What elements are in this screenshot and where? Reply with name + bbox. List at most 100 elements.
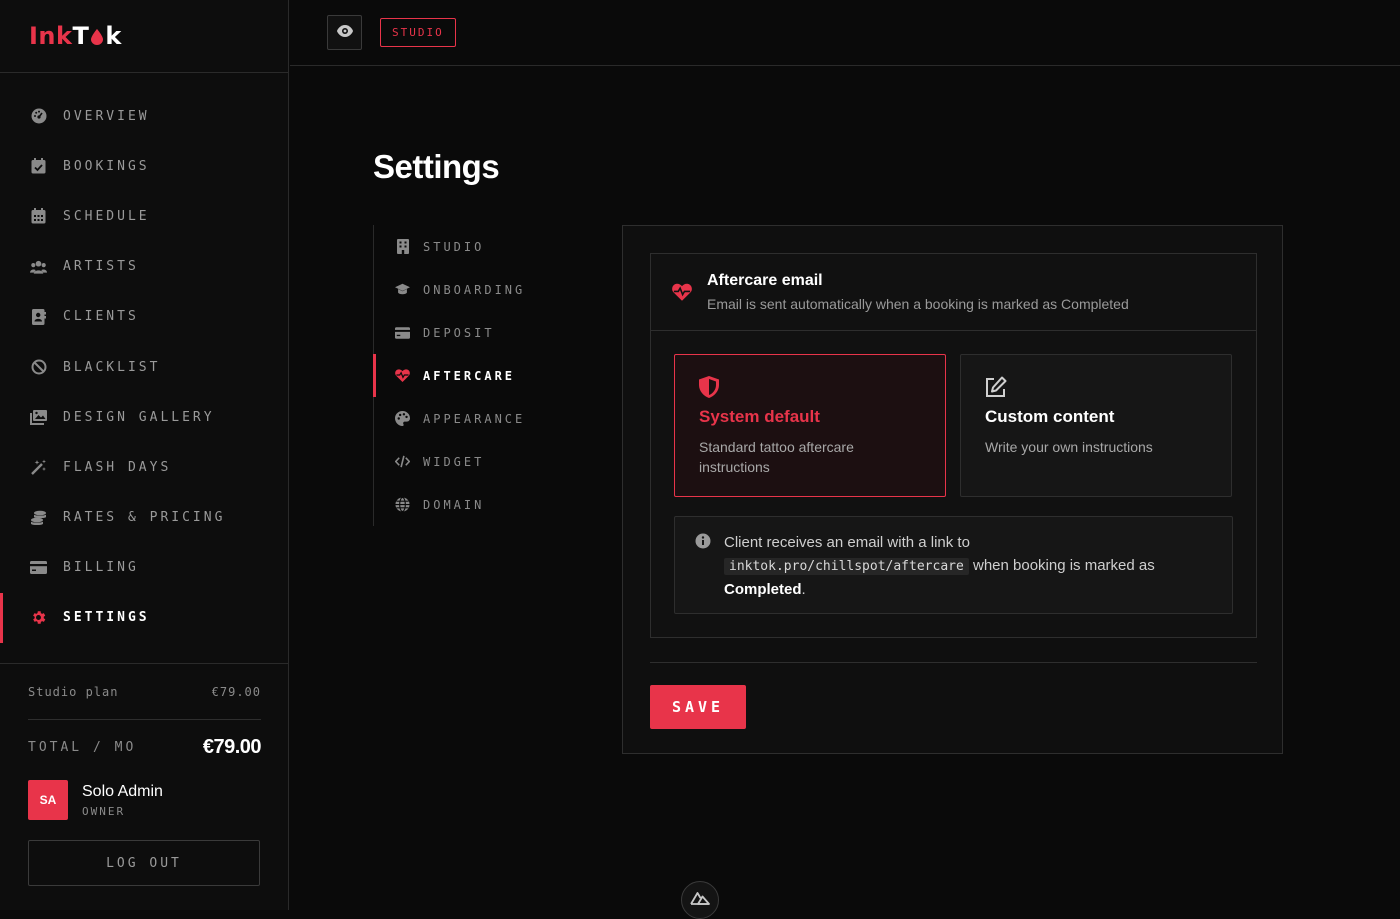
aftercare-card: Aftercare email Email is sent automatica…	[650, 253, 1257, 638]
gauge-icon	[30, 108, 47, 125]
images-icon	[30, 409, 47, 426]
option-custom-content[interactable]: Custom content Write your own instructio…	[960, 354, 1232, 497]
option-system-default[interactable]: System default Standard tattoo aftercare…	[674, 354, 946, 497]
avatar: SA	[28, 780, 68, 820]
tab-label: STUDIO	[423, 239, 485, 254]
tab-label: DEPOSIT	[423, 325, 495, 340]
calendar-icon	[30, 208, 47, 225]
sidebar-item-label: ARTISTS	[63, 259, 139, 275]
coins-icon	[30, 509, 47, 526]
sidebar-item-label: RATES & PRICING	[63, 510, 226, 526]
info-text-end: .	[801, 581, 806, 598]
heart-pulse-icon	[671, 281, 693, 303]
tab-label: DOMAIN	[423, 497, 485, 512]
plan-price: €79.00	[211, 684, 261, 699]
aftercare-panel: Aftercare email Email is sent automatica…	[622, 225, 1283, 754]
ink-drop-icon	[91, 23, 104, 45]
sidebar-item-label: BOOKINGS	[63, 158, 150, 174]
sidebar-item-label: SCHEDULE	[63, 208, 150, 224]
tab-aftercare[interactable]: AFTERCARE	[373, 354, 573, 397]
sidebar-item-label: BLACKLIST	[63, 359, 161, 375]
credit-card-icon	[395, 325, 410, 340]
plan-label: Studio plan	[28, 684, 119, 699]
mountain-logo-icon	[690, 891, 710, 910]
magic-wand-icon	[30, 459, 47, 476]
sidebar-item-artists[interactable]: ARTISTS	[0, 242, 288, 292]
sidebar-item-label: CLIENTS	[63, 309, 139, 325]
sidebar-item-billing[interactable]: BILLING	[0, 543, 288, 593]
save-button[interactable]: SAVE	[650, 685, 746, 729]
tab-domain[interactable]: DOMAIN	[374, 483, 573, 526]
gear-icon	[30, 609, 47, 626]
sidebar-nav: OVERVIEW BOOKINGS SCHEDULE ARTISTS CLIEN…	[0, 73, 288, 644]
sidebar-item-design-gallery[interactable]: DESIGN GALLERY	[0, 392, 288, 442]
card-header: Aftercare email Email is sent automatica…	[651, 254, 1256, 331]
users-icon	[30, 258, 47, 275]
sidebar-item-label: SETTINGS	[63, 610, 150, 626]
ban-icon	[30, 359, 47, 376]
devtools-button[interactable]	[681, 881, 719, 919]
palette-icon	[395, 411, 410, 426]
sidebar-item-clients[interactable]: CLIENTS	[0, 292, 288, 342]
page-title: Settings	[373, 148, 500, 185]
tab-label: WIDGET	[423, 454, 485, 469]
sidebar-item-flash-days[interactable]: FLASH DAYS	[0, 442, 288, 492]
tab-label: APPEARANCE	[423, 411, 526, 426]
info-notice: Client receives an email with a link to …	[674, 516, 1233, 614]
globe-icon	[395, 497, 410, 512]
plan-row: Studio plan €79.00	[28, 664, 261, 720]
sidebar-footer: Studio plan €79.00 TOTAL / MO €79.00 SA …	[0, 663, 289, 886]
card-title: Aftercare email	[707, 272, 823, 289]
settings-subnav: STUDIO ONBOARDING DEPOSIT AFTERCARE APPE…	[373, 225, 573, 526]
logo-text-k: k	[105, 22, 122, 50]
tab-widget[interactable]: WIDGET	[374, 440, 573, 483]
edit-icon	[985, 375, 1009, 399]
calendar-check-icon	[30, 158, 47, 175]
tab-studio[interactable]: STUDIO	[374, 225, 573, 268]
tab-deposit[interactable]: DEPOSIT	[374, 311, 573, 354]
user-role: OWNER	[82, 804, 126, 818]
sidebar-item-blacklist[interactable]: BLACKLIST	[0, 342, 288, 392]
sidebar-item-bookings[interactable]: BOOKINGS	[0, 141, 288, 191]
total-row: TOTAL / MO €79.00	[28, 720, 262, 774]
divider	[650, 662, 1257, 663]
card-subtitle: Email is sent automatically when a booki…	[707, 296, 1129, 312]
user-profile: SA Solo Admin OWNER	[28, 780, 261, 820]
eye-icon	[336, 24, 353, 42]
logo-text-ink: Ink	[29, 22, 73, 50]
total-label: TOTAL / MO	[28, 739, 137, 755]
option-title: System default	[699, 407, 820, 426]
info-text: Client receives an email with a link to …	[724, 531, 1155, 599]
tab-label: ONBOARDING	[423, 282, 526, 297]
option-title: Custom content	[985, 407, 1115, 426]
sidebar: InkT k OVERVIEW BOOKINGS SCHEDULE ARTISTS…	[0, 0, 289, 910]
preview-button[interactable]	[327, 15, 362, 50]
sidebar-item-label: OVERVIEW	[63, 108, 150, 124]
option-description: Write your own instructions	[985, 439, 1153, 455]
sidebar-item-schedule[interactable]: SCHEDULE	[0, 191, 288, 241]
tab-appearance[interactable]: APPEARANCE	[374, 397, 573, 440]
total-value: €79.00	[202, 735, 262, 758]
shield-icon	[699, 375, 723, 399]
logout-button[interactable]: LOG OUT	[28, 840, 260, 886]
sidebar-item-label: DESIGN GALLERY	[63, 409, 215, 425]
logo-text-t: T	[72, 22, 90, 50]
sidebar-item-overview[interactable]: OVERVIEW	[0, 91, 288, 141]
info-icon	[695, 533, 711, 549]
studio-badge[interactable]: STUDIO	[380, 18, 456, 47]
tab-onboarding[interactable]: ONBOARDING	[374, 268, 573, 311]
sidebar-item-settings[interactable]: SETTINGS	[0, 592, 288, 644]
content-options: System default Standard tattoo aftercare…	[674, 354, 1232, 497]
info-text-pre: Client receives an email with a link to	[724, 534, 970, 551]
tab-label: AFTERCARE	[423, 368, 516, 383]
option-description: Standard tattoo aftercare instructions	[699, 439, 854, 475]
topbar: STUDIO	[290, 0, 1400, 66]
sidebar-item-label: FLASH DAYS	[63, 459, 172, 475]
sidebar-item-label: BILLING	[63, 560, 139, 576]
user-name: Solo Admin	[82, 782, 163, 800]
graduation-cap-icon	[395, 282, 410, 297]
building-icon	[395, 239, 410, 254]
sidebar-item-rates-pricing[interactable]: RATES & PRICING	[0, 493, 288, 543]
logo[interactable]: InkT k	[0, 0, 288, 73]
info-text-mid: when booking is marked as	[972, 557, 1155, 574]
